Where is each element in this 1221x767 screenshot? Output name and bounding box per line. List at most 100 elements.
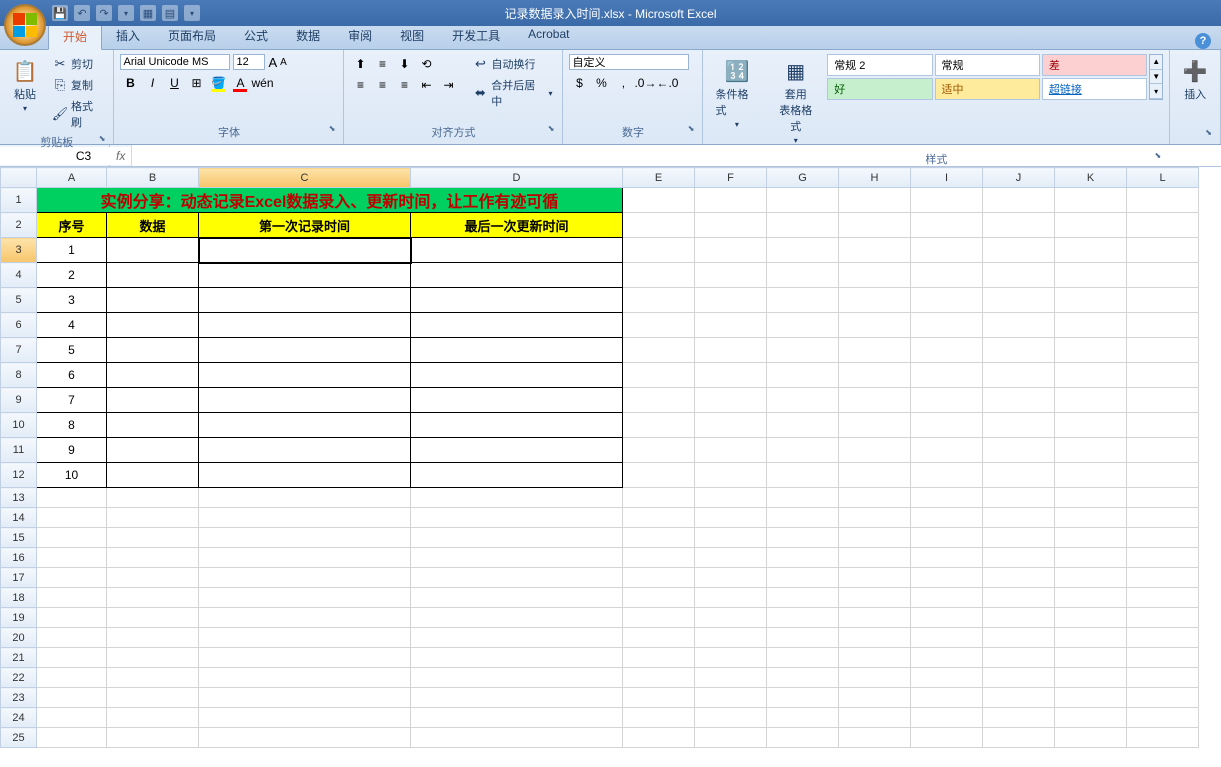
cell-K7[interactable] [1055,338,1127,363]
tab-Acrobat[interactable]: Acrobat [514,23,583,49]
cell-G7[interactable] [767,338,839,363]
cell-J11[interactable] [983,438,1055,463]
cell-H22[interactable] [839,668,911,688]
cell-B18[interactable] [107,588,199,608]
cell-E2[interactable] [623,213,695,238]
cell-K21[interactable] [1055,648,1127,668]
cell-K23[interactable] [1055,688,1127,708]
cell-B8[interactable] [107,363,199,388]
col-header-A[interactable]: A [37,168,107,188]
italic-button[interactable]: I [142,73,162,93]
dec-decimal-button[interactable]: ←.0 [657,73,677,93]
cell-I15[interactable] [911,528,983,548]
cell-L19[interactable] [1127,608,1199,628]
cell-K6[interactable] [1055,313,1127,338]
cell-B7[interactable] [107,338,199,363]
cell-A17[interactable] [37,568,107,588]
cell-styles-gallery[interactable]: 常规 2 常规 差 好 适中 超链接 [827,54,1147,100]
cell-J1[interactable] [983,188,1055,213]
row-header-18[interactable]: 18 [1,588,37,608]
row-header-17[interactable]: 17 [1,568,37,588]
cell-E8[interactable] [623,363,695,388]
cell-I10[interactable] [911,413,983,438]
cell-D16[interactable] [411,548,623,568]
cell-L9[interactable] [1127,388,1199,413]
cell-H16[interactable] [839,548,911,568]
cell-C18[interactable] [199,588,411,608]
cell-A23[interactable] [37,688,107,708]
cell-L15[interactable] [1127,528,1199,548]
cell-L16[interactable] [1127,548,1199,568]
cell-C3[interactable] [199,238,411,263]
cell-H2[interactable] [839,213,911,238]
cell-F2[interactable] [695,213,767,238]
row-header-15[interactable]: 15 [1,528,37,548]
cell-I2[interactable] [911,213,983,238]
cell-I5[interactable] [911,288,983,313]
cell-B9[interactable] [107,388,199,413]
cell-K14[interactable] [1055,508,1127,528]
undo-icon[interactable]: ↶ [74,5,90,21]
cell-B12[interactable] [107,463,199,488]
cell-K11[interactable] [1055,438,1127,463]
cell-D5[interactable] [411,288,623,313]
cell-D3[interactable] [411,238,623,263]
cell-F20[interactable] [695,628,767,648]
cell-A4[interactable]: 2 [37,263,107,288]
cell-G8[interactable] [767,363,839,388]
cell-G11[interactable] [767,438,839,463]
cell-J17[interactable] [983,568,1055,588]
cell-A8[interactable]: 6 [37,363,107,388]
qat-custom2-icon[interactable]: ▤ [162,5,178,21]
font-color-button[interactable]: A [230,73,250,93]
cell-L2[interactable] [1127,213,1199,238]
cell-E14[interactable] [623,508,695,528]
border-button[interactable]: ⊞ [186,73,206,93]
cell-C11[interactable] [199,438,411,463]
cell-D13[interactable] [411,488,623,508]
cell-C2[interactable]: 第一次记录时间 [199,213,411,238]
underline-button[interactable]: U [164,73,184,93]
row-header-16[interactable]: 16 [1,548,37,568]
row-header-13[interactable]: 13 [1,488,37,508]
cell-E24[interactable] [623,708,695,728]
cell-F6[interactable] [695,313,767,338]
cell-F5[interactable] [695,288,767,313]
cell-A5[interactable]: 3 [37,288,107,313]
style-bad[interactable]: 差 [1042,54,1147,76]
help-icon[interactable]: ? [1195,33,1211,49]
cell-B15[interactable] [107,528,199,548]
cell-C4[interactable] [199,263,411,288]
cell-F12[interactable] [695,463,767,488]
col-header-J[interactable]: J [983,168,1055,188]
cell-H5[interactable] [839,288,911,313]
row-header-20[interactable]: 20 [1,628,37,648]
cell-H6[interactable] [839,313,911,338]
cell-F16[interactable] [695,548,767,568]
row-header-2[interactable]: 2 [1,213,37,238]
wrap-text-button[interactable]: ↩自动换行 [468,54,556,74]
cell-A19[interactable] [37,608,107,628]
cell-F23[interactable] [695,688,767,708]
cell-I17[interactable] [911,568,983,588]
cell-I12[interactable] [911,463,983,488]
cell-D22[interactable] [411,668,623,688]
number-format-combo[interactable] [569,54,689,70]
cell-G3[interactable] [767,238,839,263]
cell-H21[interactable] [839,648,911,668]
cell-F22[interactable] [695,668,767,688]
qat-dropdown-icon[interactable]: ▾ [184,5,200,21]
cell-E18[interactable] [623,588,695,608]
row-header-14[interactable]: 14 [1,508,37,528]
cell-B22[interactable] [107,668,199,688]
cell-L11[interactable] [1127,438,1199,463]
row-header-6[interactable]: 6 [1,313,37,338]
cell-J13[interactable] [983,488,1055,508]
col-header-E[interactable]: E [623,168,695,188]
cell-C21[interactable] [199,648,411,668]
cell-H8[interactable] [839,363,911,388]
cell-F3[interactable] [695,238,767,263]
cell-B23[interactable] [107,688,199,708]
cell-J9[interactable] [983,388,1055,413]
cell-J2[interactable] [983,213,1055,238]
